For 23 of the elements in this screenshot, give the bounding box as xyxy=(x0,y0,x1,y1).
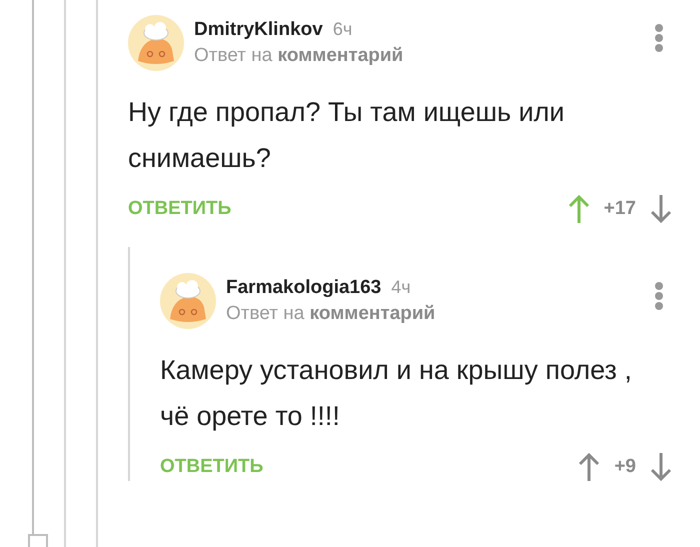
arrow-down-icon xyxy=(650,452,672,482)
comment-time: 4ч xyxy=(391,277,411,297)
comment-time: 6ч xyxy=(332,19,352,39)
username[interactable]: Farmakologia163 xyxy=(226,277,382,298)
reply-to-text: Ответ на комментарий xyxy=(194,45,404,67)
rating: +9 xyxy=(614,456,636,478)
avatar-icon xyxy=(128,15,184,71)
reply-to-text: Ответ на комментарий xyxy=(226,303,436,325)
downvote-button[interactable] xyxy=(650,452,672,482)
username[interactable]: DmitryKlinkov xyxy=(194,19,323,40)
comment-text: Камеру установил и на крышу полез , чё орете то !!!! xyxy=(160,354,633,433)
comment-text: Ну где пропал? Ты там ищешь или снимаешь? xyxy=(128,96,566,175)
arrow-up-icon xyxy=(578,452,600,482)
arrow-down-icon xyxy=(650,194,672,224)
upvote-button[interactable] xyxy=(578,452,600,482)
downvote-button[interactable] xyxy=(650,194,672,224)
more-options-icon[interactable] xyxy=(654,281,664,311)
avatar-icon xyxy=(160,273,216,329)
arrow-up-icon xyxy=(568,194,590,224)
upvote-button[interactable] xyxy=(568,194,590,224)
more-options-icon[interactable] xyxy=(654,23,664,53)
rating: +17 xyxy=(604,198,636,220)
collapse-button[interactable] xyxy=(28,534,48,547)
